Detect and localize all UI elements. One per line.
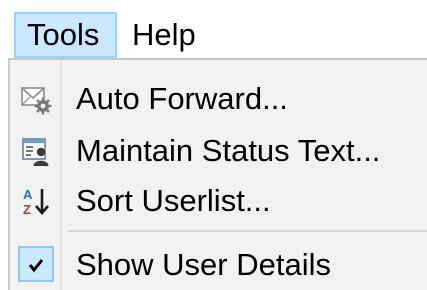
menu-item-label: Sort Userlist...: [76, 183, 271, 218]
sort-az-icon: A Z: [20, 185, 52, 217]
menu-item-auto-forward[interactable]: Auto Forward...: [10, 74, 427, 124]
menu-bar: Tools Help: [0, 0, 427, 62]
menu-help[interactable]: Help: [121, 12, 211, 58]
menu-item-label: Auto Forward...: [76, 81, 288, 116]
menu-tools[interactable]: Tools: [14, 12, 117, 58]
menu-help-label: Help: [132, 17, 196, 52]
status-card-icon: [20, 135, 52, 167]
menu-item-maintain-status-text[interactable]: Maintain Status Text...: [10, 126, 427, 176]
checkmark-icon: [22, 251, 54, 283]
menu-item-sort-userlist[interactable]: A Z Sort Userlist...: [10, 176, 427, 226]
menu-item-label: Show User Details: [76, 247, 331, 282]
svg-text:A: A: [23, 187, 33, 202]
menu-tools-label: Tools: [27, 17, 100, 52]
svg-text:Z: Z: [23, 202, 31, 217]
menu-item-label: Maintain Status Text...: [76, 133, 381, 168]
tools-dropdown-menu: Auto Forward... Maintain Status Text...: [8, 58, 427, 290]
menu-separator: [68, 230, 427, 232]
app-window: Tools Help Auto Forward... Maintain Stat…: [0, 0, 427, 290]
menu-item-show-user-details[interactable]: Show User Details: [10, 240, 427, 290]
mail-gear-icon: [20, 83, 52, 115]
